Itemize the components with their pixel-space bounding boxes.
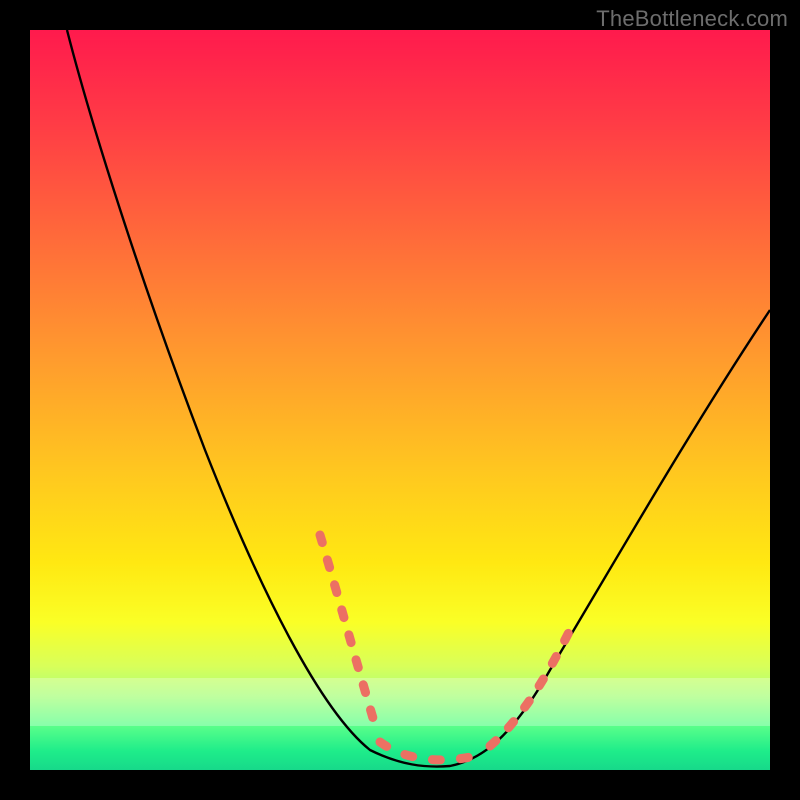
dotted-overlay-valley xyxy=(380,742,475,760)
plot-area xyxy=(30,30,770,770)
dotted-overlay-right xyxy=(490,630,570,746)
curve-path xyxy=(67,30,770,767)
bottleneck-curve xyxy=(30,30,770,770)
dotted-overlay-left xyxy=(320,535,375,725)
watermark-label: TheBottleneck.com xyxy=(596,6,788,32)
chart-frame: TheBottleneck.com xyxy=(0,0,800,800)
